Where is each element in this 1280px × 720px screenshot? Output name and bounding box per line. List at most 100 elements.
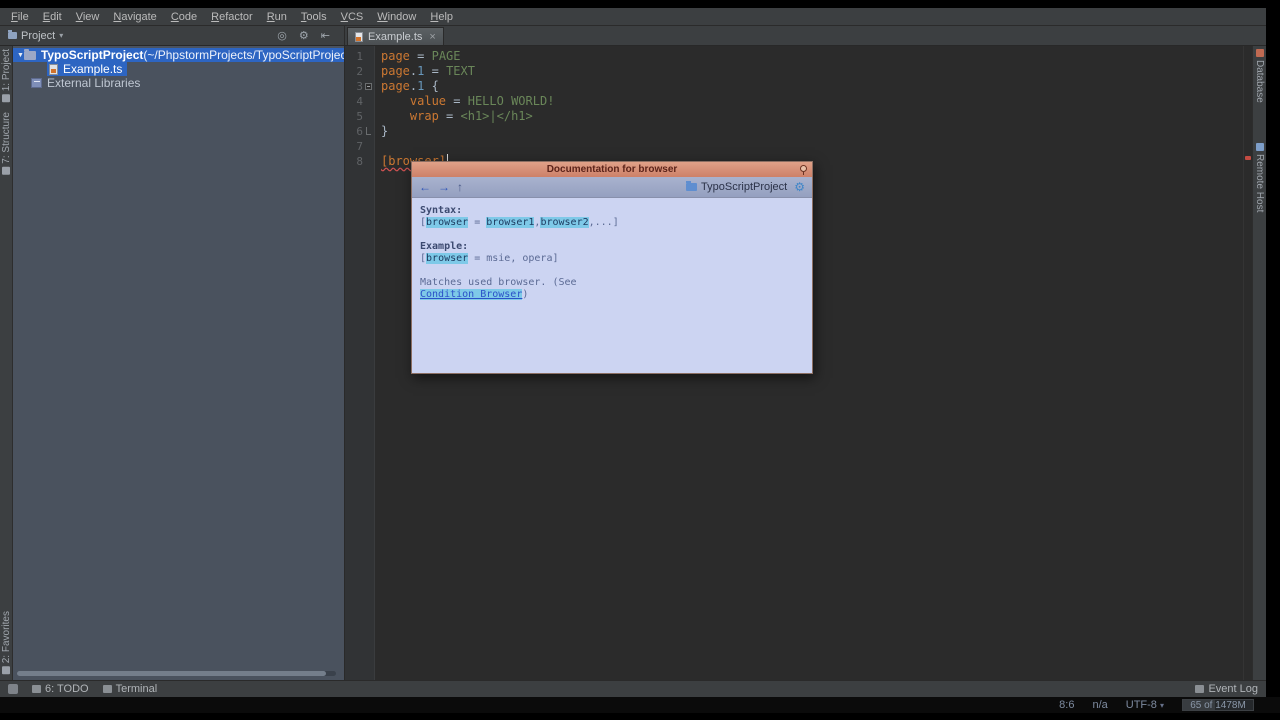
tree-item[interactable]: Example.ts [47, 62, 127, 76]
toolbar-row: Project ▾ ◎ ⚙ ⇤ Example.ts × [0, 26, 1266, 46]
toolwindow-button-event-log[interactable]: Event Log [1195, 683, 1258, 695]
menu-mnemonic: H [430, 11, 438, 23]
forward-button[interactable]: → [438, 180, 450, 194]
doc-text: ,...] [589, 217, 619, 228]
toolwindow-button-2-favorites[interactable]: 2: Favorites [1, 611, 12, 674]
tree-row-2[interactable]: External Libraries [13, 76, 344, 90]
gutter-line-4: 4 [345, 94, 374, 109]
tree-row-1[interactable]: Example.ts [13, 62, 344, 76]
doc-popup-header[interactable]: Documentation for browser [412, 162, 812, 177]
memory-indicator[interactable]: 65 of 1478M [1182, 699, 1254, 711]
menu-item-tools[interactable]: Tools [294, 10, 334, 24]
doc-text: Syntax: [420, 205, 462, 216]
toolwindow-icon [32, 685, 41, 693]
tree-expander-icon[interactable]: ▼ [17, 52, 24, 59]
line-number: 7 [356, 139, 363, 154]
tree-item[interactable]: External Libraries [31, 76, 145, 90]
up-button[interactable]: ↑ [457, 180, 463, 194]
hscrollbar-thumb[interactable] [17, 671, 326, 676]
doc-line-3: Example: [420, 241, 804, 253]
toolwindow-button-7-structure[interactable]: 7: Structure [1, 112, 12, 175]
doc-line-0: Syntax: [420, 205, 804, 217]
toolwindow-switcher-icon[interactable] [8, 684, 18, 694]
tab-label: Example.ts [368, 31, 422, 43]
menu-item-refactor[interactable]: Refactor [204, 10, 260, 24]
menu-item-run[interactable]: Run [260, 10, 294, 24]
doc-text: Example: [420, 241, 468, 252]
code-token: value [410, 94, 446, 108]
doc-link[interactable]: Condition Browser [420, 289, 522, 300]
bottom-bar-right: Event Log [1195, 683, 1258, 695]
menu-item-file[interactable]: File [4, 10, 36, 24]
fold-column [363, 94, 374, 109]
toolwindow-button-terminal[interactable]: Terminal [103, 683, 158, 695]
fold-close-icon[interactable] [366, 127, 371, 135]
doc-settings-icon[interactable]: ⚙ [794, 180, 805, 194]
project-view-icon [8, 32, 17, 39]
error-stripe-mark[interactable] [1245, 156, 1251, 160]
toolwindow-icon [2, 94, 10, 102]
menu-item-help[interactable]: Help [423, 10, 460, 24]
code-token [381, 109, 410, 123]
doc-line-1: [browser = browser1,browser2,...] [420, 217, 804, 229]
menu-mnemonic: F [11, 11, 18, 23]
code-token: = [446, 94, 468, 108]
bottom-toolwindow-bar: 6: TODO Terminal Event Log [0, 680, 1266, 697]
editor-gutter: 12345678 [345, 46, 375, 680]
gutter-line-7: 7 [345, 139, 374, 154]
tree-row-0[interactable]: ▼TypoScriptProject (~/PhpstormProjects/T… [13, 48, 344, 62]
toolwindow-icon [1256, 143, 1264, 151]
stripe-text: 7: Structure [1, 112, 12, 164]
fold-open-icon[interactable] [365, 83, 372, 90]
project-view-selector[interactable]: Project [21, 30, 55, 42]
tree-item[interactable]: TypoScriptProject (~/PhpstormProjects/Ty… [24, 48, 344, 62]
close-tab-icon[interactable]: × [429, 31, 435, 43]
doc-project-label: TypoScriptProject [701, 181, 787, 193]
menu-bar: FileEditViewNavigateCodeRefactorRunTools… [0, 8, 1266, 26]
settings-button[interactable]: ⚙ [295, 29, 313, 42]
menu-item-navigate[interactable]: Navigate [106, 10, 163, 24]
toolwindow-button-remote-host[interactable]: Remote Host [1254, 143, 1265, 212]
hide-panel-button[interactable]: ⇤ [317, 29, 334, 42]
line-number: 2 [356, 64, 363, 79]
gutter-line-8: 8 [345, 154, 374, 169]
tree-item-label: External Libraries [47, 76, 140, 90]
editor-tab-example-ts[interactable]: Example.ts × [347, 27, 444, 45]
doc-text: browser [426, 253, 468, 264]
menu-item-code[interactable]: Code [164, 10, 204, 24]
toolwindow-button-database[interactable]: Database [1254, 49, 1265, 103]
vcs-status[interactable]: n/a [1092, 699, 1107, 711]
code-line-7 [381, 139, 1252, 154]
fold-column [363, 124, 374, 139]
code-token: page [381, 64, 410, 78]
menu-item-window[interactable]: Window [370, 10, 423, 24]
bottom-bar-left: 6: TODO Terminal [32, 683, 157, 695]
code-token: PAGE [432, 49, 461, 63]
fold-column [363, 49, 374, 64]
menu-item-edit[interactable]: Edit [36, 10, 69, 24]
stripe-label: 7: Structure [1, 112, 12, 175]
gutter-line-1: 1 [345, 49, 374, 64]
code-line-3: page.1 { [381, 79, 1252, 94]
toolwindow-button-1-project[interactable]: 1: Project [1, 49, 12, 102]
caret-position[interactable]: 8:6 [1059, 699, 1074, 711]
stripe-label: 2: Favorites [1, 611, 12, 674]
back-button[interactable]: ← [419, 180, 431, 194]
menu-item-view[interactable]: View [69, 10, 107, 24]
project-panel-hscrollbar[interactable] [17, 671, 336, 676]
code-token: { [424, 79, 438, 93]
typoscript-file-icon [355, 32, 363, 42]
code-token: } [381, 124, 388, 138]
pin-icon[interactable] [800, 165, 807, 172]
project-tree: ▼TypoScriptProject (~/PhpstormProjects/T… [13, 48, 344, 90]
menu-mnemonic: T [301, 11, 307, 23]
doc-text: ) [522, 289, 528, 300]
locate-button[interactable]: ◎ [273, 29, 291, 42]
menu-mnemonic: C [171, 11, 179, 23]
menu-item-vcs[interactable]: VCS [334, 10, 371, 24]
toolwindow-button-6-todo[interactable]: 6: TODO [32, 683, 89, 695]
editor-scrollbar[interactable] [1243, 46, 1252, 680]
encoding-selector[interactable]: UTF-8 ▾ [1126, 699, 1164, 711]
menu-mnemonic: E [43, 11, 50, 23]
doc-project-scope[interactable]: TypoScriptProject [686, 181, 787, 193]
